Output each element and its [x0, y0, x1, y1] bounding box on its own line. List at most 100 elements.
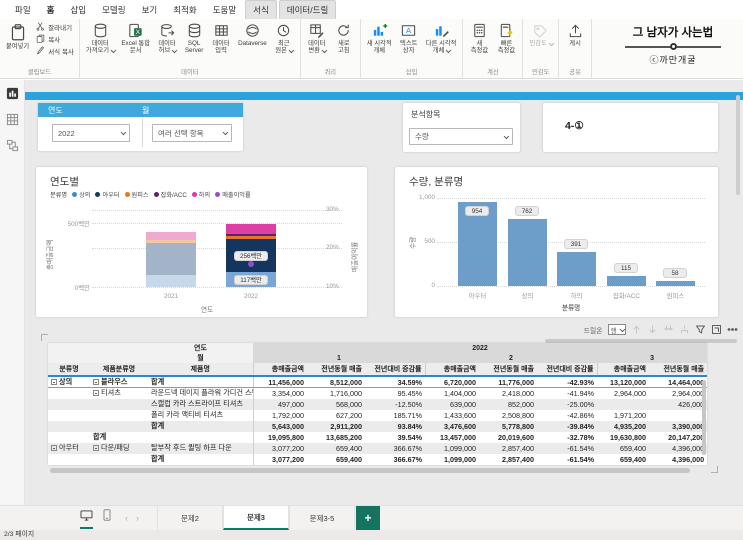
menu-tab-서식[interactable]: 서식 [245, 0, 277, 20]
bar-상의[interactable] [508, 218, 547, 286]
expand-level-icon[interactable] [679, 324, 690, 335]
ribbon-button-최근원본[interactable]: 최근 원본 [271, 21, 297, 55]
menu-tab-파일[interactable]: 파일 [8, 1, 38, 19]
new-page-button[interactable]: + [356, 506, 380, 530]
stacked-segment-상의[interactable] [146, 274, 196, 287]
chart-yearly[interactable]: 연도별 분류명 상의 아우터 원피스 잡화/ACC 하의 매출이익률 500백만 0백만 30%… [36, 167, 367, 317]
ribbon-button-Excel 통합문서[interactable]: X Excel 통합 문서 [118, 21, 153, 55]
visual-selection-handle[interactable] [711, 466, 718, 473]
stacked-segment-원피스[interactable] [146, 239, 196, 243]
menu-tab-홈[interactable]: 홈 [40, 1, 62, 19]
ribbon-button-데이터입력[interactable]: 데이터 입력 [208, 21, 234, 55]
ribbon-group-label: 삽입 [405, 69, 418, 76]
year-dropdown[interactable]: 2022 [52, 124, 130, 142]
matrix-row[interactable]: 합계 19,095,800 13,685,200 39.54% 13,457,000 20… [48, 431, 707, 443]
chart-title: 수량, 분류명 [409, 176, 464, 188]
matrix-row[interactable]: 폴리 카라 액티비 티셔츠 1,792,000 627,200 185.71% 1,43… [48, 409, 707, 421]
chart-quantity-by-category[interactable]: 수량, 분류명 1,000 500 0 수량 954 아우터 762 상의 391 하의 115 잡화… [395, 167, 718, 317]
collapse-icon[interactable] [93, 379, 99, 386]
stacked-segment-잡화/ACC[interactable] [226, 234, 276, 237]
ribbon-button-붙여넣기[interactable]: 붙여넣기 [3, 21, 32, 51]
value-header: 전년대비 증감률 [537, 363, 597, 377]
matrix-row[interactable]: 합계 5,643,000 2,911,200 93.84% 3,476,600 5,778… [48, 420, 708, 432]
stacked-segment-하의[interactable] [226, 224, 276, 234]
ribbon-button-새 시각적개체[interactable]: 새 시각적 개체 [364, 21, 395, 55]
legend-item-원피스[interactable]: 원피스 [124, 190, 149, 199]
ribbon-button-데이터변환[interactable]: 데이터 변환 [304, 21, 330, 55]
page-tab-문제2[interactable]: 문제2 [157, 506, 223, 530]
page-tab-문제3-5[interactable]: 문제3-5 [289, 506, 355, 530]
legend-item-상의[interactable]: 상의 [72, 190, 90, 199]
value-cell: 2,418,000 [502, 388, 534, 398]
ribbon-button-데이터허브[interactable]: 데이터 허브 [154, 21, 180, 55]
stacked-segment-아우터[interactable] [146, 242, 196, 275]
ribbon-button-데이터가져오기[interactable]: 데이터 가져오기 [83, 21, 117, 55]
chart-legend: 분류명 상의 아우터 원피스 잡화/ACC 하의 매출이익률 [50, 190, 251, 199]
drill-down-icon[interactable] [647, 324, 658, 335]
model-view-icon[interactable] [0, 132, 25, 158]
analysis-dropdown[interactable]: 수량 [409, 128, 513, 145]
ribbon-button-빠른측정값[interactable]: 빠른 측정값 [493, 21, 519, 55]
ribbon-button-SQLServer[interactable]: SQL Server [181, 21, 207, 55]
matrix-vscrollbar[interactable] [702, 380, 706, 455]
matrix-row[interactable]: 상의 블라우스 합계 11,456,000 8,512,000 34.59% 6,720,0… [48, 376, 708, 388]
stacked-segment-원피스[interactable] [226, 236, 276, 240]
page-tab-문제3[interactable]: 문제3 [223, 506, 289, 530]
bar-하의[interactable] [557, 251, 596, 286]
gridline [92, 248, 342, 249]
filter-icon[interactable] [695, 324, 706, 335]
next-page-arrow[interactable]: › [136, 513, 139, 523]
collapse-icon[interactable] [93, 390, 99, 397]
data-view-icon[interactable] [0, 106, 25, 132]
legend-item-잡화/ACC[interactable]: 잡화/ACC [153, 190, 187, 199]
mobile-view-icon[interactable] [103, 508, 111, 529]
visual-selection-handle[interactable] [41, 334, 48, 341]
ribbon-button-게시[interactable]: 게시 [562, 21, 588, 48]
collapse-icon[interactable] [51, 445, 57, 452]
ribbon-button-다른 시각적개체[interactable]: 다른 시각적 개체 [423, 21, 460, 55]
ribbon-button-텍스트상자[interactable]: A 텍스트 상자 [396, 21, 422, 55]
legend-item-매출이익률[interactable]: 매출이익률 [215, 190, 251, 199]
month-dropdown[interactable]: 여러 선택 항목 [152, 124, 232, 142]
profit-rate-dot[interactable] [248, 260, 254, 267]
matrix-row[interactable]: 아우터 다운/패딩 탈부착 후드 퀼팅 하프 다운 3,077,200 659,400 3… [48, 442, 708, 454]
subcategory-cell: 다운/패딩 [90, 442, 148, 454]
ribbon-button-서식 복사[interactable]: 서식 복사 [33, 45, 76, 56]
bar-원피스[interactable] [656, 280, 695, 286]
menu-tab-보기[interactable]: 보기 [135, 1, 165, 19]
ribbon-button-Dataverse[interactable]: Dataverse [235, 21, 270, 48]
value-cell: 2,964,000 [672, 388, 705, 398]
ribbon-button-민감도[interactable]: 민감도 [526, 21, 555, 48]
desktop-view-icon[interactable] [80, 508, 93, 529]
bar-잡화/ACC[interactable] [607, 275, 646, 286]
menu-tab-최적화[interactable]: 최적화 [166, 1, 203, 19]
report-view-icon[interactable] [0, 80, 25, 106]
legend-item-하의[interactable]: 하의 [191, 190, 210, 199]
collapse-icon[interactable] [51, 379, 57, 386]
next-level-icon[interactable] [663, 324, 674, 335]
ribbon-button-잘라내기[interactable]: 잘라내기 [33, 21, 76, 32]
focus-mode-icon[interactable] [711, 324, 722, 335]
drill-on-dropdown[interactable]: 행 [607, 324, 626, 335]
matrix-hscrollbar[interactable] [50, 468, 690, 473]
value-cell: 3,476,600 [425, 420, 479, 432]
menu-tab-도움말[interactable]: 도움말 [206, 1, 243, 19]
ribbon-button-새측정값[interactable]: 새 측정값 [466, 21, 492, 55]
canvas-scrollbar[interactable] [736, 95, 740, 195]
prev-page-arrow[interactable]: ‹ [125, 513, 128, 523]
menu-tab-삽입[interactable]: 삽입 [63, 1, 93, 19]
matrix-row[interactable]: 합계 3,077,200 659,400 366.67% 1,099,000 2,857,… [48, 453, 707, 465]
ribbon-button-복사[interactable]: 복사 [33, 33, 76, 44]
matrix-visual[interactable]: 연도 2022 월 1 2 3 분류명 제품분류명 제품명 총매출금액 전년동월 매출 전년대비 증감… [48, 343, 708, 465]
drill-up-icon[interactable] [631, 324, 642, 335]
analysis-slicer-title: 분석항목 [411, 110, 441, 119]
menu-tab-모델링[interactable]: 모델링 [95, 1, 132, 19]
matrix-row[interactable]: 티셔츠라운드넥 데이지 플라워 가디건 스웨터3,354,000 1,716,00… [48, 387, 707, 399]
stacked-segment-하의[interactable] [146, 231, 196, 240]
matrix-row[interactable]: 스캘럽 카라 스트라이프 티셔츠 497,000 568,000 -12.50% 639… [48, 398, 708, 410]
ribbon-button-새로고침[interactable]: 새로 고침 [331, 21, 357, 55]
menu-tab-데이터/드릴[interactable]: 데이터/드릴 [278, 0, 337, 20]
collapse-icon[interactable] [93, 445, 99, 452]
more-options-icon[interactable] [727, 324, 738, 335]
legend-item-아우터[interactable]: 아우터 [95, 190, 120, 199]
